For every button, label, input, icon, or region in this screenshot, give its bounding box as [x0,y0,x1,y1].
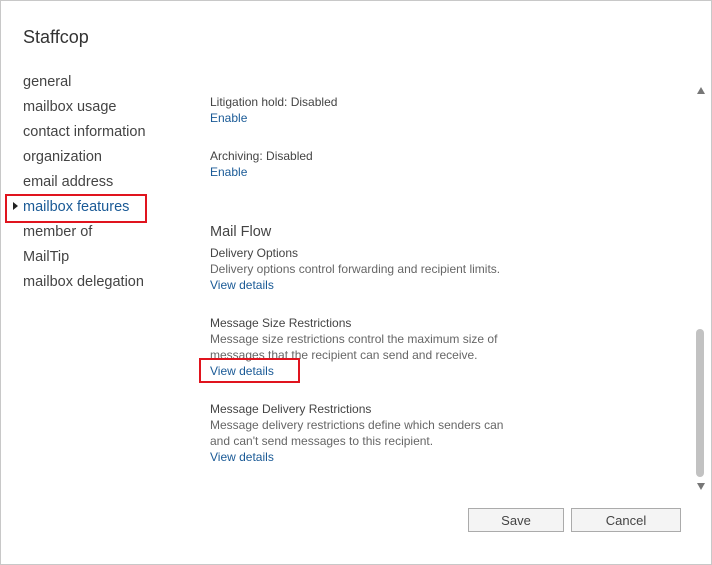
mailbox-properties-dialog: Staffcop general mailbox usage contact i… [0,0,712,565]
scroll-down-arrow-icon[interactable] [697,483,705,490]
save-button[interactable]: Save [468,508,564,532]
mail-flow-heading: Mail Flow [210,224,272,240]
cancel-button[interactable]: Cancel [571,508,681,532]
archiving-enable-link[interactable]: Enable [210,165,247,179]
delivery-options-title: Delivery Options [210,246,299,260]
nav-item-contact-information[interactable]: contact information [23,124,146,140]
litigation-hold-enable-link[interactable]: Enable [210,111,247,125]
nav-item-mailtip[interactable]: MailTip [23,249,69,265]
archiving-status: Archiving: Disabled [210,149,313,163]
dialog-title: Staffcop [23,27,89,47]
nav-item-email-address[interactable]: email address [23,174,113,190]
litigation-hold-status: Litigation hold: Disabled [210,95,338,109]
nav-item-member-of[interactable]: member of [23,224,92,240]
delivery-options-view-details-link[interactable]: View details [210,278,274,292]
nav-item-organization[interactable]: organization [23,149,102,165]
nav-item-general[interactable]: general [23,74,71,90]
message-delivery-restrictions-description: Message delivery restrictions define whi… [210,418,504,448]
nav-item-mailbox-features[interactable]: mailbox features [23,199,129,215]
nav-item-mailbox-delegation[interactable]: mailbox delegation [23,274,144,290]
message-size-restrictions-view-details-link[interactable]: View details [210,364,274,378]
message-size-restrictions-title: Message Size Restrictions [210,316,352,330]
nav-item-mailbox-usage[interactable]: mailbox usage [23,99,117,115]
selected-arrow-icon [13,202,18,210]
delivery-options-description: Delivery options control forwarding and … [210,262,501,276]
message-size-restrictions-description: Message size restrictions control the ma… [210,332,498,362]
scrollbar-thumb[interactable] [696,329,704,477]
scroll-up-arrow-icon[interactable] [697,87,705,94]
message-delivery-restrictions-title: Message Delivery Restrictions [210,402,372,416]
message-delivery-restrictions-view-details-link[interactable]: View details [210,450,274,464]
